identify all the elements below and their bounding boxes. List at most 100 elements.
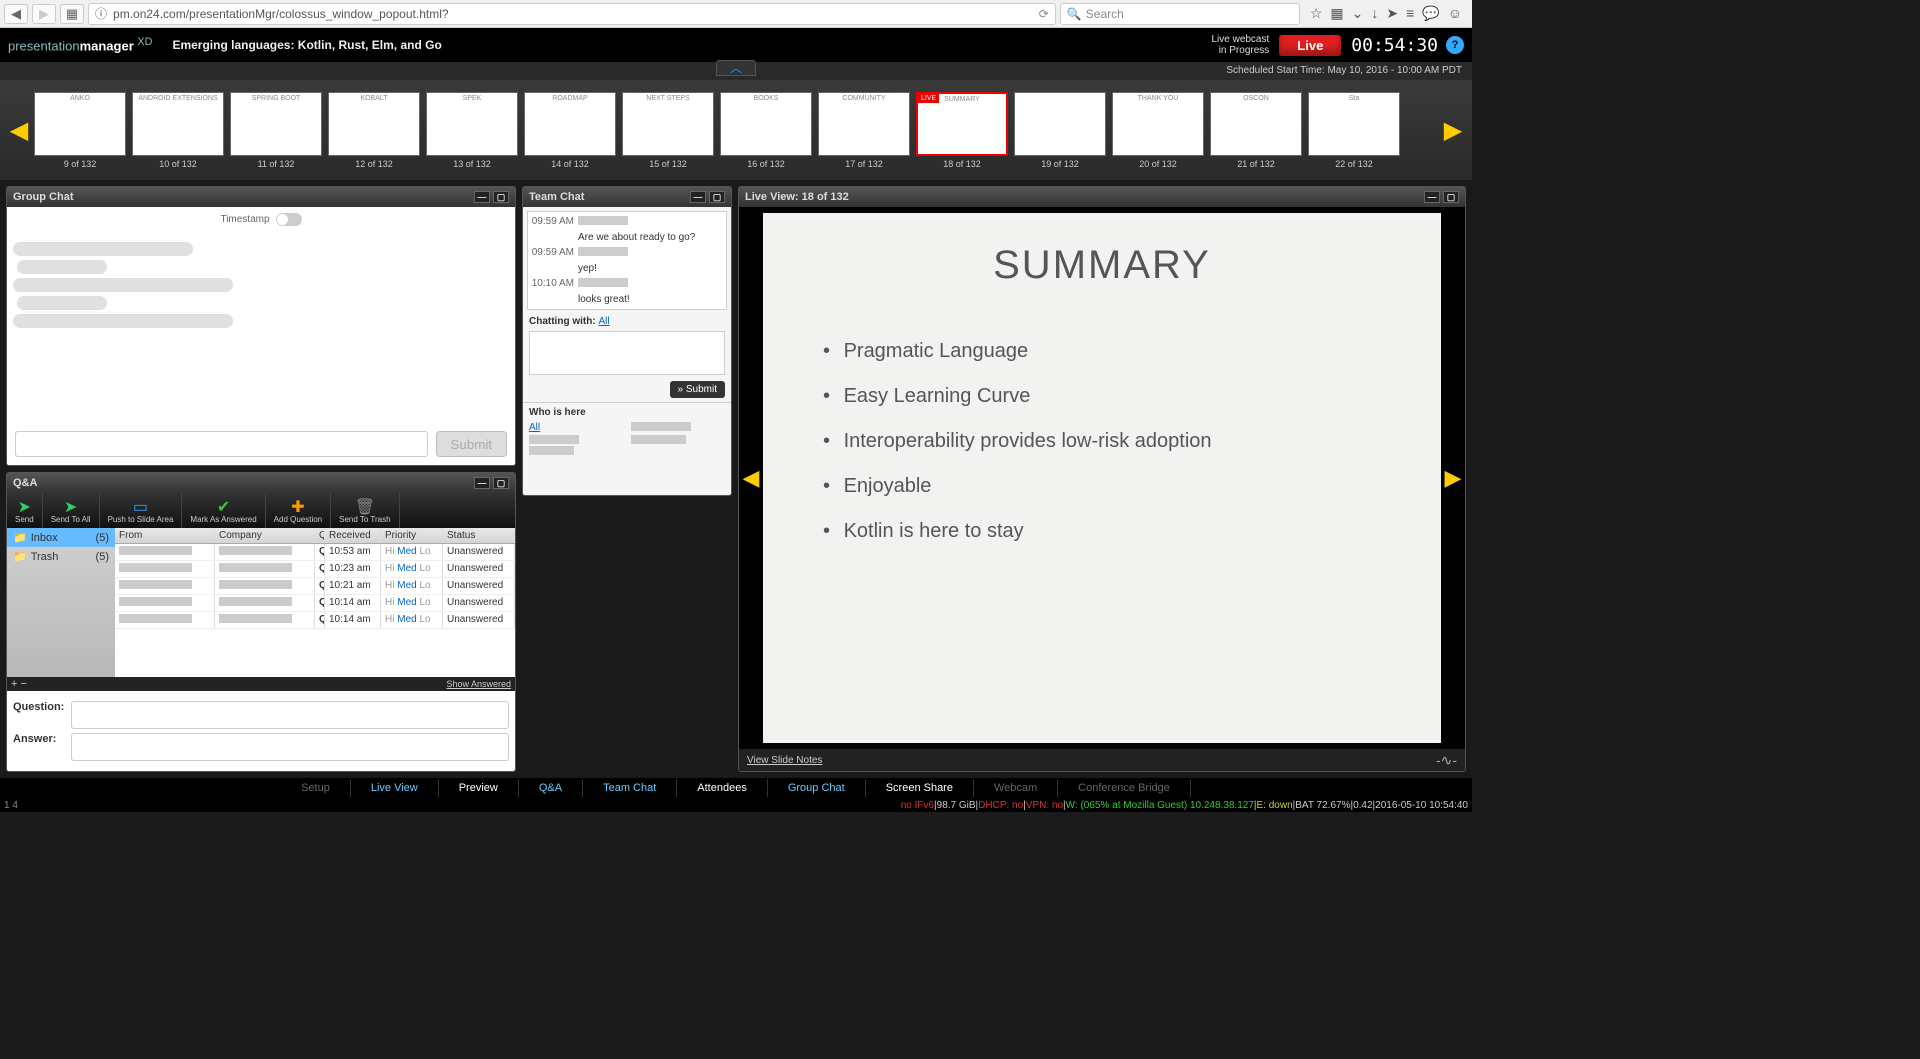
qa-tool-add-question[interactable]: ✚Add Question — [266, 493, 331, 528]
slide-bullet: Easy Learning Curve — [823, 385, 1401, 408]
app-header: presentationmanager XD Emerging language… — [0, 28, 1472, 62]
filmstrip-prev[interactable]: ◀ — [4, 100, 34, 160]
filmstrip-next[interactable]: ▶ — [1438, 100, 1468, 160]
chat-icon[interactable]: 💬 — [1422, 5, 1439, 22]
qa-tool-push-to-slide-area[interactable]: ▭Push to Slide Area — [100, 493, 183, 528]
maximize-icon[interactable]: ▢ — [1443, 191, 1459, 203]
tab-team-chat[interactable]: Team Chat — [583, 779, 677, 797]
tab-attendees[interactable]: Attendees — [677, 779, 768, 797]
menu-icon[interactable]: ≡ — [1406, 5, 1414, 22]
qa-row[interactable]: Q You mentioned that Kotlin is a stand10… — [115, 561, 515, 578]
tab-group-chat[interactable]: Group Chat — [768, 779, 866, 797]
webcast-status: Live webcastin Progress — [1211, 34, 1269, 56]
minimize-icon[interactable]: — — [1424, 191, 1440, 203]
slide-thumb-16[interactable]: BOOKS — [720, 92, 812, 156]
slide-bullet: Enjoyable — [823, 475, 1401, 498]
slide-thumb-15[interactable]: NEXT STEPS — [622, 92, 714, 156]
tab-webcam[interactable]: Webcam — [974, 779, 1058, 797]
who-user — [529, 446, 574, 455]
slide-thumb-19[interactable] — [1014, 92, 1106, 156]
forward-button[interactable]: ▶ — [32, 4, 56, 24]
live-button[interactable]: Live — [1279, 35, 1341, 56]
qa-col-from[interactable]: From — [115, 528, 215, 543]
slide-thumb-17[interactable]: COMMUNITY — [818, 92, 910, 156]
slide-thumb-21[interactable]: OSCON — [1210, 92, 1302, 156]
qa-title: Q&A — [13, 477, 37, 489]
slide-thumb-22[interactable]: Sta — [1308, 92, 1400, 156]
pocket-icon[interactable]: ⌄ — [1352, 5, 1364, 22]
qa-col-question[interactable]: Question — [315, 528, 325, 543]
team-chat-panel: Team Chat — ▢ 09:59 AMAre we about ready… — [522, 186, 732, 496]
thumb-label: 21 of 132 — [1237, 159, 1275, 169]
qa-col-priority[interactable]: Priority — [381, 528, 443, 543]
qa-col-company[interactable]: Company — [215, 528, 315, 543]
qa-folder-inbox[interactable]: 📁Inbox(5) — [7, 528, 115, 547]
slide-thumb-13[interactable]: SPEK — [426, 92, 518, 156]
chat-all-link[interactable]: All — [598, 316, 609, 327]
slide-thumb-11[interactable]: SPRING BOOT — [230, 92, 322, 156]
minimize-icon[interactable]: — — [474, 191, 490, 203]
timestamp-toggle[interactable] — [276, 213, 302, 226]
maximize-icon[interactable]: ▢ — [493, 191, 509, 203]
slide-bullet: Kotlin is here to stay — [823, 520, 1401, 543]
tab-screen-share[interactable]: Screen Share — [866, 779, 974, 797]
qa-panel: Q&A — ▢ ➤Send➤Send To All▭Push to Slide … — [6, 472, 516, 772]
slide-next[interactable]: ▶ — [1441, 207, 1465, 749]
tab-setup[interactable]: Setup — [281, 779, 351, 797]
slide-thumb-18[interactable]: LIVESUMMARY — [916, 92, 1008, 156]
slide-thumb-10[interactable]: ANDROID EXTENSIONS — [132, 92, 224, 156]
slide-thumb-20[interactable]: THANK YOU — [1112, 92, 1204, 156]
info-icon: ⓘ — [95, 5, 107, 22]
heartbeat-icon: -∿- — [1436, 752, 1457, 769]
download-icon[interactable]: ↓ — [1371, 5, 1378, 22]
show-answered-link[interactable]: Show Answered — [446, 679, 511, 689]
remove-row-icon[interactable]: − — [21, 678, 27, 690]
maximize-icon[interactable]: ▢ — [709, 191, 725, 203]
group-chat-input[interactable] — [15, 431, 428, 457]
help-icon[interactable]: ? — [1446, 36, 1464, 54]
qa-tool-mark-as-answered[interactable]: ✔Mark As Answered — [182, 493, 265, 528]
qa-folder-trash[interactable]: 📁Trash(5) — [7, 547, 115, 566]
slide-thumb-9[interactable]: ANKO — [34, 92, 126, 156]
slide-prev[interactable]: ◀ — [739, 207, 763, 749]
qa-row[interactable]: Q How do you protect data members?10:14 … — [115, 595, 515, 612]
star-icon[interactable]: ☆ — [1310, 5, 1323, 22]
tab-preview[interactable]: Preview — [439, 779, 519, 797]
url-bar[interactable]: ⓘ pm.on24.com/presentationMgr/colossus_w… — [88, 3, 1056, 25]
qa-row[interactable]: Q what about singleExpression(x: Int) :1… — [115, 578, 515, 595]
grid-icon[interactable]: ▦ — [1330, 5, 1343, 22]
team-chat-submit[interactable]: » Submit — [670, 381, 725, 398]
minimize-icon[interactable]: — — [474, 477, 490, 489]
who-all-link[interactable]: All — [529, 422, 623, 433]
answer-detail-box[interactable] — [71, 733, 509, 761]
qa-row[interactable]: Q is 'sealed' like 'final'? the same as … — [115, 544, 515, 561]
qa-col-status[interactable]: Status — [443, 528, 515, 543]
face-icon[interactable]: ☺ — [1448, 5, 1462, 22]
thumb-label: 10 of 132 — [159, 159, 197, 169]
send-icon[interactable]: ➤ — [1386, 5, 1398, 22]
qa-col-received[interactable]: Received — [325, 528, 381, 543]
collapse-filmstrip-icon[interactable]: ︿ — [716, 60, 756, 76]
new-tab-button[interactable]: ▦ — [60, 4, 84, 24]
qa-tool-send-to-all[interactable]: ➤Send To All — [43, 493, 100, 528]
minimize-icon[interactable]: — — [690, 191, 706, 203]
view-slide-notes-link[interactable]: View Slide Notes — [747, 755, 822, 766]
search-bar[interactable]: 🔍 Search — [1060, 3, 1300, 25]
maximize-icon[interactable]: ▢ — [493, 477, 509, 489]
tab-q&a[interactable]: Q&A — [519, 779, 583, 797]
tab-conference-bridge[interactable]: Conference Bridge — [1058, 779, 1191, 797]
qa-row[interactable]: Q: sure would like to see its Javscript1… — [115, 612, 515, 629]
timestamp-label: Timestamp — [220, 214, 269, 225]
back-button[interactable]: ◀ — [4, 4, 28, 24]
slide-thumb-14[interactable]: ROADMAP — [524, 92, 616, 156]
tab-live-view[interactable]: Live View — [351, 779, 439, 797]
question-label: Question: — [13, 701, 65, 713]
team-chat-input[interactable] — [529, 331, 725, 375]
question-detail-box[interactable] — [71, 701, 509, 729]
slide-thumb-12[interactable]: KOBALT — [328, 92, 420, 156]
qa-tool-send-to-trash[interactable]: 🗑Send To Trash — [331, 493, 399, 528]
add-row-icon[interactable]: + — [11, 678, 17, 690]
group-chat-submit[interactable]: Submit — [436, 431, 507, 457]
qa-tool-send[interactable]: ➤Send — [7, 493, 43, 528]
reload-icon[interactable]: ⟳ — [1039, 7, 1049, 21]
